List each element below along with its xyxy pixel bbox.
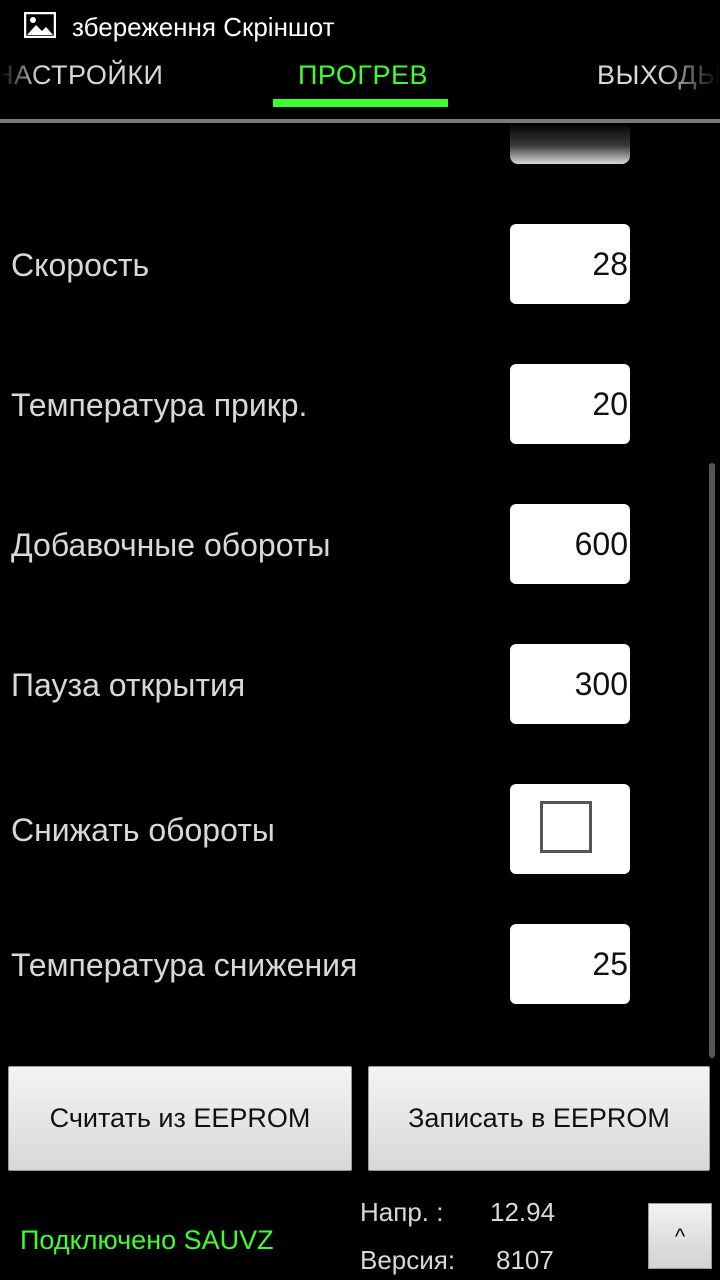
cover-temperature-input[interactable]: 20: [510, 364, 630, 444]
status-bar: збереження Скріншот: [0, 0, 720, 52]
tab-warmup[interactable]: ПРОГРЕВ: [298, 60, 428, 91]
version-label: Версия:: [360, 1245, 456, 1275]
notification-text: збереження Скріншот: [72, 12, 335, 42]
open-pause-input[interactable]: 300: [510, 644, 630, 724]
scrollbar[interactable]: [709, 463, 715, 1058]
partial-input-field[interactable]: [510, 123, 630, 164]
speed-label: Скорость: [11, 247, 150, 283]
active-tab-indicator: [273, 99, 448, 107]
extra-rpm-label: Добавочные обороты: [11, 527, 331, 563]
tab-fade-left: [0, 52, 40, 112]
connection-status: Подключено SAUVZ: [20, 1225, 274, 1255]
tab-fade-right: [660, 52, 720, 112]
tab-bar: НАСТРОЙКИ ПРОГРЕВ ВЫХОДЫ: [0, 52, 720, 122]
open-pause-label: Пауза открытия: [11, 667, 246, 703]
settings-list[interactable]: Скорость 28 Температура прикр. 20 Добаво…: [0, 123, 720, 1063]
version-value: 8107: [496, 1245, 554, 1275]
cover-temperature-label: Температура прикр.: [11, 387, 308, 423]
reduce-temperature-label: Температура снижения: [11, 947, 358, 983]
image-icon: [24, 12, 56, 38]
reduce-temperature-input[interactable]: 25: [510, 924, 630, 1004]
write-eeprom-button[interactable]: Записать в EEPROM: [368, 1066, 710, 1171]
reduce-rpm-checkbox-container[interactable]: [510, 784, 630, 874]
read-eeprom-button[interactable]: Считать из EEPROM: [8, 1066, 352, 1171]
speed-input[interactable]: 28: [510, 224, 630, 304]
voltage-value: 12.94: [490, 1197, 556, 1227]
extra-rpm-input[interactable]: 600: [510, 504, 630, 584]
scroll-up-button[interactable]: ^: [648, 1203, 712, 1269]
reduce-rpm-label: Снижать обороты: [11, 812, 275, 848]
reduce-rpm-checkbox[interactable]: [540, 801, 592, 853]
voltage-label: Напр. :: [360, 1197, 444, 1227]
